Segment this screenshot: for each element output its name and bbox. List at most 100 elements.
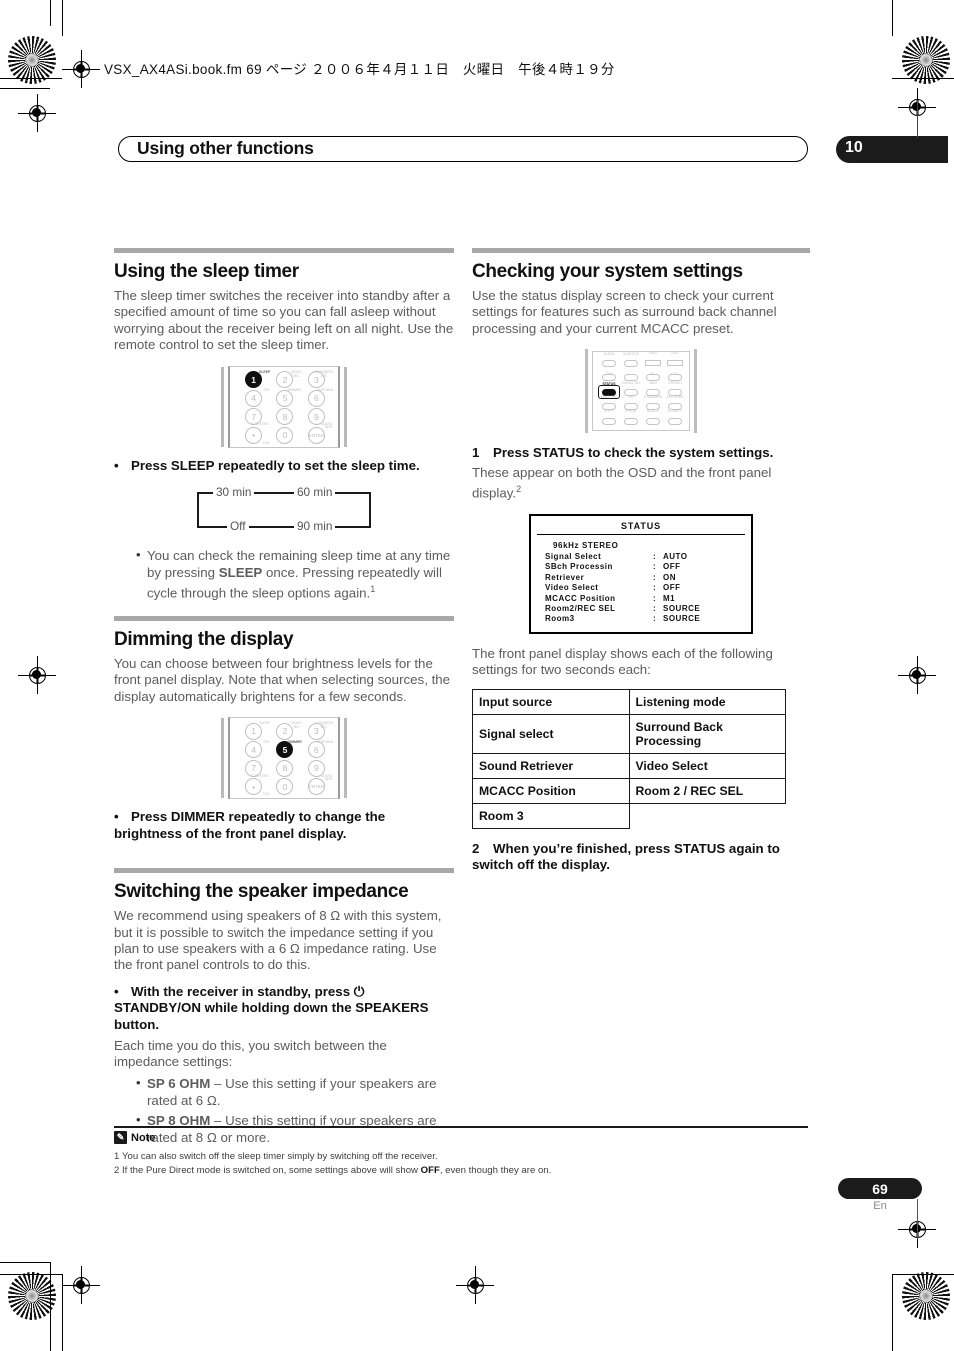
sleep-note-bold: SLEEP	[218, 564, 263, 580]
remote-numeric-keypad-sleep: SLEEP 1 VIDEO SEL 2 LOUDNESS ATT 3 SR+ 4 DIMME…	[212, 365, 356, 448]
paragraph-status-intro: Use the status display screen to check y…	[472, 288, 777, 336]
chapter-tick-line	[917, 100, 918, 138]
osd-sep-1: :	[653, 562, 657, 572]
osd-key-room2: Room2/REC SEL	[545, 604, 616, 614]
remote-illustration-dimmer-wrap: SLEEP 1 VIDEO SEL 2 LOUDNESS ATT 3 SR+ 4 DIMME…	[114, 717, 454, 800]
crop-mark-top-left-v	[62, 0, 64, 36]
remote-key-grid-2: SLEEP 1 VIDEO SEL 2 LOUDNESS ATT 3 SR+ 4 DIMME…	[238, 721, 333, 796]
remote-key-5: DIMMER 5	[269, 388, 302, 408]
osd-value-room3: SOURCE	[663, 614, 701, 624]
table-cell-input-source: Input source	[472, 688, 630, 715]
crop-mark-corner-tl-h	[0, 88, 50, 90]
remote-key-4-b: SR+ 4	[238, 740, 270, 760]
osd-key-signal-select: Signal Select	[545, 552, 602, 562]
osd-sep-2: :	[653, 572, 657, 582]
paragraph-table-intro: The front panel display shows each of th…	[472, 645, 773, 678]
cycle-label-off: Off	[227, 519, 249, 534]
paragraph-sleep-intro: The sleep timer switches the receiver in…	[114, 288, 454, 353]
front-panel-settings-table: Input source Listening mode Signal selec…	[472, 688, 786, 829]
osd-value-mcacc: M1	[663, 593, 676, 603]
osd-row-signal-select: Signal Select: AUTO	[531, 552, 751, 562]
registration-mark-left-lower	[18, 656, 56, 694]
remote-edge-right	[344, 366, 347, 447]
footnote-2: 2 If the Pure Direct mode is switched on…	[114, 1164, 814, 1178]
remote-status-edge-left	[585, 349, 588, 434]
cycle-label-60min: 60 min	[294, 485, 336, 500]
osd-key-room3: Room3	[545, 614, 575, 624]
crop-mark-bottom-right-h	[892, 1274, 954, 1276]
remote-illustration-status-wrap: AUDIO SUBTITLE HDD DVD DISP CH – CH + ST…	[472, 349, 810, 434]
osd-key-retriever: Retriever	[545, 572, 585, 582]
crop-mark-top-right-v	[892, 0, 894, 36]
step-1-number: 1	[472, 445, 480, 461]
osd-row-room3: Room3: SOURCE	[531, 614, 751, 624]
crop-mark-bottom-left2-h	[0, 1274, 62, 1276]
table-cell-mcacc-position: MCACC Position	[472, 777, 630, 804]
heading-using-the-sleep-timer: Using the sleep timer	[114, 261, 299, 282]
remote-illustration-sleep-wrap: SLEEP 1 VIDEO SEL 2 LOUDNESS ATT 3 SR+ 4 DIMME…	[114, 365, 454, 448]
table-row: Sound Retriever Video Select	[472, 752, 786, 779]
osd-row-retriever: Retriever: ON	[531, 573, 751, 583]
remote-btn-shift: SHIFT	[598, 409, 620, 428]
registration-mark-left-upper	[18, 94, 56, 132]
section-rule-impedance	[114, 868, 454, 874]
footnote-ref-2: 2	[516, 484, 522, 495]
step-1-description-text: These appear on both the OSD and the fro…	[472, 464, 772, 501]
osd-row-room2-rec-sel: Room2/REC SEL: SOURCE	[531, 604, 751, 614]
paragraph-dimmer-intro: You can choose between four brightness l…	[114, 655, 451, 704]
osd-key-mcacc: MCACC Position	[545, 593, 616, 603]
remote-key-enter: DISC ENTER	[301, 425, 333, 445]
osd-sep-0: :	[653, 552, 657, 562]
table-cell-listening-mode: Listening mode	[628, 688, 786, 715]
crop-mark-top-right-h	[892, 78, 954, 80]
osd-sep-3: :	[653, 583, 657, 593]
remote-btn-mcacc: MCACC	[642, 409, 664, 428]
crop-mark-top-left-h	[0, 78, 62, 80]
footnote-2-pre: If the Pure Direct mode is switched on, …	[122, 1164, 421, 1176]
right-column: Checking your system settings Use the st…	[472, 248, 810, 877]
print-filename-header: VSX_AX4ASi.book.fm 69 ページ ２００６年４月１１日 火曜日…	[104, 62, 615, 77]
remote-edge-right-2	[344, 718, 347, 799]
step-2-number: 2	[472, 840, 480, 856]
osd-sep-6: :	[653, 614, 657, 624]
impedance-options-list: SP 6 OHM – Use this setting if your spea…	[114, 1075, 454, 1146]
remote-btn-s-direct: S.DIRECT	[664, 409, 686, 428]
remote-btn-dvd: DVD	[664, 351, 686, 370]
osd-value-signal-select: AUTO	[663, 552, 688, 562]
footnote-1-num: 1	[114, 1151, 120, 1162]
cycle-line-bottom	[197, 526, 371, 529]
remote-btn-phase: PHASE	[620, 409, 642, 428]
chapter-number: 10	[845, 139, 863, 156]
remote-key-9-b: CLASS 9	[301, 759, 332, 778]
remote-status-edge-right	[694, 349, 697, 434]
paragraph-impedance-intro: We recommend using speakers of 8 Ω with …	[114, 908, 442, 973]
osd-value-sbch: OFF	[663, 562, 681, 572]
section-rule-sleep	[114, 248, 454, 253]
note-icon: ✎	[114, 1131, 127, 1144]
osd-row-mcacc-position: MCACC Position: M1	[531, 594, 751, 604]
note-heading: ✎ Note	[114, 1131, 155, 1144]
table-row: Signal select Surround Back Processing	[472, 713, 786, 754]
remote-edge-left	[221, 366, 224, 447]
osd-first-line: 96kHz STEREO	[553, 541, 619, 551]
table-cell-empty	[629, 803, 786, 828]
remote-key-7-b: S.RETRIEV 7	[238, 759, 269, 778]
remote-btn-subtitle: SUBTITLE	[620, 352, 642, 370]
sleep-extra-note-list: You can check the remaining sleep time a…	[114, 547, 454, 602]
osd-row-sbch-processing: SBch Processin: OFF	[531, 562, 751, 572]
section-rule-status	[472, 248, 810, 253]
crop-mark-corner-tl-v	[50, 0, 52, 26]
instruction-press-sleep-text: Press SLEEP repeatedly to set the sleep …	[131, 457, 420, 473]
instruction-press-dimmer: • Press DIMMER repeatedly to change the b…	[114, 809, 386, 841]
cycle-label-90min: 90 min	[294, 519, 336, 534]
registration-mark-top-left	[62, 50, 100, 88]
impedance-option-sp6ohm-name: SP 6 OHM	[147, 1076, 211, 1092]
remote-key-5-dimmer: DIMMER 5	[269, 740, 302, 760]
remote-key-dot-b: TUN •	[238, 778, 269, 796]
remote-key-4: SR+ 4	[238, 388, 270, 408]
footnote-2-num: 2	[114, 1164, 120, 1176]
crop-mark-bottom-left2-v	[62, 1274, 64, 1351]
impedance-option-sp6ohm: SP 6 OHM – Use this setting if your spea…	[136, 1075, 454, 1109]
remote-key-dot: TUN •	[238, 426, 269, 445]
page-tick-line	[917, 1199, 918, 1239]
